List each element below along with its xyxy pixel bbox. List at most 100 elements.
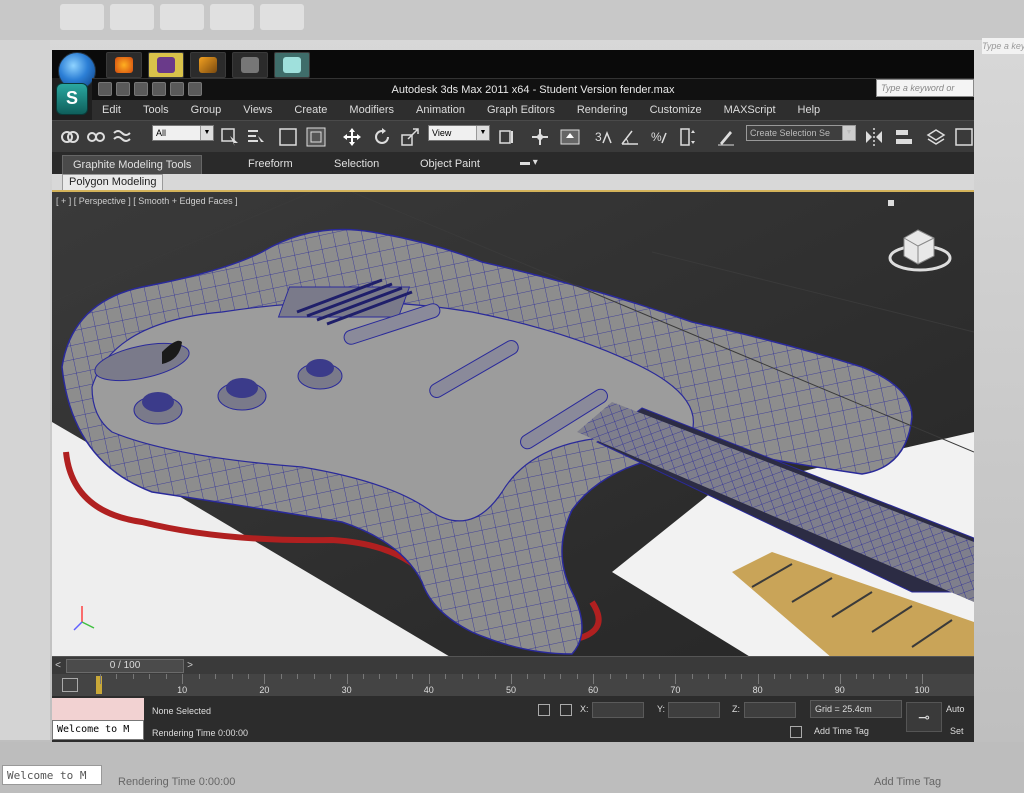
- app-icon: [199, 57, 217, 73]
- track-tick: [215, 674, 217, 679]
- track-bar[interactable]: 10 20 30 40 50 60 70 80 90 100: [52, 674, 974, 696]
- edit-named-selection-icon[interactable]: [716, 127, 736, 147]
- menu-views[interactable]: Views: [243, 104, 272, 116]
- pivot-center-icon[interactable]: [498, 127, 518, 147]
- menu-customize[interactable]: Customize: [650, 104, 702, 116]
- select-by-name-icon[interactable]: [246, 127, 266, 147]
- lock-selection-icon[interactable]: [538, 704, 550, 716]
- taskbar-app-3[interactable]: [190, 52, 226, 78]
- percent-snap-icon[interactable]: %: [650, 127, 670, 147]
- time-slider-left-icon[interactable]: <: [52, 659, 64, 673]
- x-coordinate-field[interactable]: [592, 702, 644, 718]
- track-tick: [445, 674, 447, 679]
- unlink-icon[interactable]: [86, 127, 106, 147]
- taskbar-strip: [52, 50, 974, 90]
- search-input[interactable]: Type a keyword or: [876, 79, 974, 97]
- reference-coordinate-dropdown[interactable]: View ▼: [428, 125, 490, 141]
- track-tick: [922, 674, 923, 684]
- track-tick: [182, 674, 184, 684]
- named-selection-value: Create Selection Se: [750, 128, 831, 138]
- status-bar: Welcome to M None Selected Rendering Tim…: [52, 696, 974, 742]
- menu-group[interactable]: Group: [191, 104, 222, 116]
- ribbon-minimize-icon[interactable]: ▬ ▾: [520, 157, 548, 169]
- auto-key-button[interactable]: Auto: [946, 704, 965, 714]
- track-tick: [576, 674, 578, 679]
- taskbar-firefox[interactable]: [106, 52, 142, 78]
- align-icon[interactable]: [894, 127, 914, 147]
- track-tick: [149, 674, 151, 679]
- tab-object-paint[interactable]: Object Paint: [420, 155, 480, 174]
- track-tick: [527, 674, 529, 679]
- select-object-icon[interactable]: [220, 127, 240, 147]
- menu-maxscript[interactable]: MAXScript: [724, 104, 776, 116]
- z-label: Z:: [732, 704, 740, 714]
- menu-help[interactable]: Help: [798, 104, 821, 116]
- window-crossing-icon[interactable]: [306, 127, 326, 147]
- layer-manager-icon[interactable]: [926, 127, 946, 147]
- track-tick: [330, 674, 332, 679]
- taskbar-app-4[interactable]: [232, 52, 268, 78]
- tab-graphite-modeling-tools[interactable]: Graphite Modeling Tools: [62, 155, 203, 174]
- panel-polygon-modeling[interactable]: Polygon Modeling: [62, 174, 164, 190]
- manipulate-icon[interactable]: [530, 127, 550, 147]
- bind-space-warp-icon[interactable]: [112, 127, 132, 147]
- rotate-icon[interactable]: [372, 127, 392, 147]
- named-selection-dropdown[interactable]: Create Selection Se ▼: [746, 125, 856, 141]
- move-icon[interactable]: [342, 127, 362, 147]
- taskbar-media[interactable]: [148, 52, 184, 78]
- viewport-home-icon[interactable]: [888, 200, 894, 206]
- select-and-link-icon[interactable]: [60, 127, 80, 147]
- background-taskbar: [0, 0, 1024, 40]
- menu-edit[interactable]: Edit: [102, 104, 121, 116]
- time-slider[interactable]: < 0 / 100 >: [52, 656, 974, 675]
- firefox-icon: [115, 57, 133, 73]
- menu-bar: Edit Tools Group Views Create Modifiers Animat…: [92, 100, 974, 120]
- track-tick: [313, 674, 315, 679]
- set-key-icon[interactable]: ⊸: [906, 702, 942, 732]
- taskbar-3dsmax[interactable]: [274, 52, 310, 78]
- time-slider-right-icon[interactable]: >: [184, 659, 196, 673]
- background-task-5: [260, 4, 304, 30]
- menu-graph-editors[interactable]: Graph Editors: [487, 104, 555, 116]
- z-coordinate-field[interactable]: [744, 702, 796, 718]
- time-slider-thumb[interactable]: 0 / 100: [66, 659, 184, 673]
- menu-create[interactable]: Create: [294, 104, 327, 116]
- 3dsmax-icon: [283, 57, 301, 73]
- add-time-tag-button[interactable]: Add Time Tag: [810, 722, 902, 740]
- mini-curve-editor-icon[interactable]: [62, 678, 78, 692]
- track-tick: [626, 674, 628, 679]
- current-frame-marker[interactable]: [96, 676, 102, 694]
- angle-snap-icon[interactable]: [620, 127, 640, 147]
- track-tick: [691, 674, 693, 679]
- perspective-viewport[interactable]: [ + ] [ Perspective ] [ Smooth + Edged F…: [52, 190, 974, 658]
- mirror-icon[interactable]: [864, 127, 884, 147]
- keyboard-shortcut-icon[interactable]: [560, 127, 580, 147]
- spinner-snap-icon[interactable]: [678, 127, 698, 147]
- set-key-button[interactable]: Set: [950, 726, 964, 736]
- rectangle-selection-icon[interactable]: [278, 127, 298, 147]
- snaps-toggle-icon[interactable]: 3: [594, 127, 614, 147]
- selection-filter-dropdown[interactable]: All ▼: [152, 125, 214, 141]
- scale-icon[interactable]: [400, 127, 420, 147]
- track-tick: [461, 674, 463, 679]
- app-logo-button[interactable]: S: [56, 83, 88, 115]
- track-tick: [247, 674, 249, 679]
- menu-tools[interactable]: Tools: [143, 104, 169, 116]
- track-tick: [264, 674, 266, 684]
- maxscript-input[interactable]: Welcome to M: [52, 720, 144, 740]
- background-rendering-time: Rendering Time 0:00:00: [118, 776, 236, 788]
- track-tick: [297, 674, 299, 679]
- track-tick: [395, 674, 397, 679]
- menu-modifiers[interactable]: Modifiers: [349, 104, 394, 116]
- graphite-toggle-icon[interactable]: [954, 127, 974, 147]
- y-coordinate-field[interactable]: [668, 702, 720, 718]
- menu-animation[interactable]: Animation: [416, 104, 465, 116]
- tab-selection[interactable]: Selection: [334, 155, 379, 174]
- menu-rendering[interactable]: Rendering: [577, 104, 628, 116]
- viewport-scene: [52, 192, 974, 658]
- time-tag-icon[interactable]: [790, 726, 802, 738]
- background-task-4: [210, 4, 254, 30]
- absolute-mode-icon[interactable]: [560, 704, 572, 716]
- viewport-label[interactable]: [ + ] [ Perspective ] [ Smooth + Edged F…: [56, 196, 238, 206]
- tab-freeform[interactable]: Freeform: [248, 155, 293, 174]
